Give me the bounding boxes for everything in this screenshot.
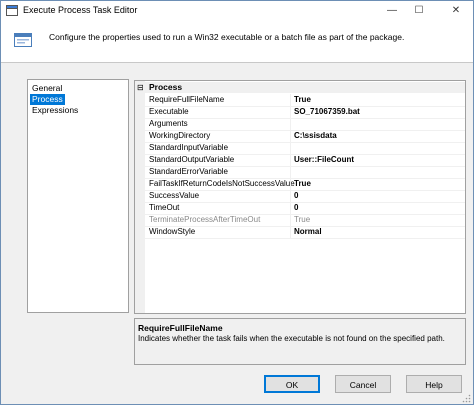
dialog-window: Execute Process Task Editor — ☐ ✕ Config…	[0, 0, 474, 405]
property-name: WindowStyle	[149, 227, 196, 236]
category-header[interactable]: ⊟ Process	[135, 82, 465, 93]
column-divider[interactable]	[290, 94, 291, 106]
column-divider[interactable]	[290, 154, 291, 166]
category-label: Process	[149, 82, 183, 92]
property-value[interactable]: Normal	[294, 226, 322, 238]
nav-item-expressions[interactable]: Expressions	[30, 105, 80, 116]
property-grid: ⊟ Process RequireFullFileName True Execu…	[134, 80, 466, 314]
property-value[interactable]: C:\ssisdata	[294, 130, 337, 142]
resize-grip-icon[interactable]	[462, 394, 471, 403]
column-divider[interactable]	[290, 226, 291, 238]
property-value[interactable]: True	[294, 94, 311, 106]
column-divider[interactable]	[290, 178, 291, 190]
property-value[interactable]: True	[294, 178, 311, 190]
property-name: Executable	[149, 107, 189, 116]
grid-gutter	[135, 81, 145, 313]
column-divider[interactable]	[290, 118, 291, 130]
close-icon[interactable]: ✕	[442, 1, 470, 21]
help-text: Indicates whether the task fails when th…	[138, 334, 445, 343]
cancel-button[interactable]: Cancel	[335, 375, 391, 393]
banner-description: Configure the properties used to run a W…	[49, 32, 405, 42]
column-divider[interactable]	[290, 190, 291, 202]
property-value[interactable]: 0	[294, 190, 298, 202]
column-divider[interactable]	[290, 202, 291, 214]
column-divider[interactable]	[290, 106, 291, 118]
property-row[interactable]: WindowStyle Normal	[145, 226, 465, 239]
property-help-panel: RequireFullFileName Indicates whether th…	[134, 318, 466, 365]
app-icon	[6, 5, 18, 16]
column-divider[interactable]	[290, 130, 291, 142]
property-name: FailTaskIfReturnCodeIsNotSuccessValue	[149, 179, 295, 188]
header-banner: Configure the properties used to run a W…	[1, 21, 473, 63]
property-name: StandardOutputVariable	[149, 155, 235, 164]
column-divider[interactable]	[290, 166, 291, 178]
property-value: True	[294, 215, 311, 224]
property-name: Arguments	[149, 119, 188, 128]
help-button[interactable]: Help	[406, 375, 462, 393]
title-bar[interactable]: Execute Process Task Editor — ☐ ✕	[1, 1, 473, 21]
help-title: RequireFullFileName	[138, 323, 223, 333]
property-value[interactable]: User::FileCount	[294, 154, 354, 166]
property-value[interactable]: 0	[294, 202, 298, 214]
property-name: StandardInputVariable	[149, 143, 229, 152]
property-name: StandardErrorVariable	[149, 167, 229, 176]
page-nav-list: General Process Expressions	[27, 79, 129, 313]
property-name: TerminateProcessAfterTimeOut	[149, 215, 261, 224]
property-name: SuccessValue	[149, 191, 200, 200]
property-value[interactable]: SO_71067359.bat	[294, 106, 360, 118]
maximize-icon[interactable]: ☐	[405, 1, 433, 21]
property-name: RequireFullFileName	[149, 94, 225, 106]
column-divider[interactable]	[290, 214, 291, 226]
column-divider[interactable]	[290, 142, 291, 154]
collapse-icon[interactable]: ⊟	[137, 82, 144, 93]
task-icon	[14, 33, 32, 47]
nav-item-general[interactable]: General	[30, 83, 64, 94]
window-title: Execute Process Task Editor	[23, 5, 138, 15]
property-name: WorkingDirectory	[149, 131, 211, 140]
ok-button[interactable]: OK	[264, 375, 320, 393]
property-name: TimeOut	[149, 203, 180, 212]
nav-item-process[interactable]: Process	[30, 94, 65, 105]
minimize-icon[interactable]: —	[378, 1, 406, 21]
